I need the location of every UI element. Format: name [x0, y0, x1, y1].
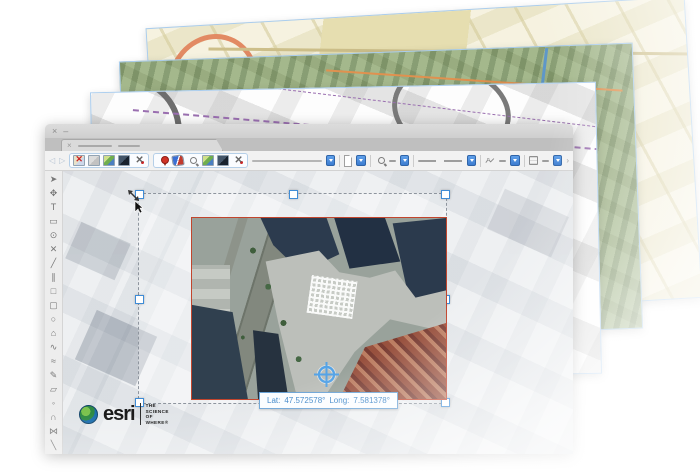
window-minimize-button[interactable]: – [63, 127, 68, 136]
line-tool-icon[interactable]: ╱ [47, 257, 60, 270]
scale-dropdown-button[interactable] [400, 155, 409, 166]
imagery-basemap-icon[interactable] [118, 155, 130, 166]
imagery-basemap-icon[interactable] [217, 155, 229, 166]
clip-tool-icon[interactable] [133, 155, 145, 166]
toolbar-separator [339, 155, 340, 167]
clip-tool-icon[interactable] [232, 155, 244, 166]
toolbar-separator [480, 155, 481, 167]
esri-globe-icon [79, 405, 98, 424]
pan-hand-icon[interactable]: ✥ [47, 187, 60, 200]
sketch-line-icon[interactable] [485, 157, 495, 165]
rounded-rectangle-tool-icon[interactable]: ▢ [47, 299, 60, 312]
scale-value-placeholder [389, 160, 396, 162]
back-arrow-icon[interactable]: ◁ [49, 157, 55, 165]
width-value-placeholder [499, 160, 506, 162]
toolbar-group-tools [153, 153, 248, 168]
main-toolbar: ◁ ▷ [45, 151, 573, 171]
pushpin-tool-icon[interactable]: ⊙ [47, 229, 60, 242]
parallel-lines-tool-icon[interactable]: ∥ [47, 271, 60, 284]
long-value: 7.581378° [353, 395, 390, 407]
tab-subtitle-placeholder [118, 145, 140, 147]
range-dropdown-button[interactable] [467, 155, 476, 166]
visibility-value-placeholder [542, 160, 549, 162]
lat-label: Lat: [267, 395, 280, 407]
forward-arrow-icon[interactable]: ▷ [59, 157, 65, 165]
tab-title-placeholder [78, 145, 112, 147]
toolbar-separator [413, 155, 414, 167]
window-body: ➤✥T▭⊙✕╱∥□▢○⌂∿≈✎▱◦∩⋈╲ [45, 171, 573, 454]
strike-tool-icon[interactable]: ╲ [47, 439, 60, 452]
selection-handle-top-middle[interactable] [289, 190, 298, 199]
new-page-icon[interactable] [344, 155, 352, 167]
freehand-tool-icon[interactable]: ≈ [47, 355, 60, 368]
coordinate-tooltip: Lat: 47.572578° Long: 7.581378° [259, 392, 398, 409]
toolbar-group-layers [69, 153, 149, 168]
esri-brand-text: esri [103, 405, 135, 423]
resize-cursor-icon [127, 189, 147, 213]
esri-tagline: THESCIENCEOFWHERE® [146, 403, 169, 425]
tool-palette: ➤✥T▭⊙✕╱∥□▢○⌂∿≈✎▱◦∩⋈╲ [45, 171, 63, 454]
select-arrow-icon[interactable]: ➤ [47, 173, 60, 186]
range-slider[interactable] [418, 160, 463, 162]
arc-tool-icon[interactable]: ∩ [47, 411, 60, 424]
width-dropdown-button[interactable] [510, 155, 519, 166]
selection-handle-top-right[interactable] [441, 190, 450, 199]
toolbar-separator [524, 155, 525, 167]
curve-tool-icon[interactable]: ∿ [47, 341, 60, 354]
stage: × – × ◁ ▷ [0, 0, 700, 473]
map-editor-window: × – × ◁ ▷ [45, 124, 573, 454]
long-label: Long: [329, 395, 349, 407]
pencil-tool-icon[interactable]: ✎ [47, 369, 60, 382]
selection-handle-middle-left[interactable] [135, 295, 144, 304]
esri-logo-separator [140, 403, 141, 425]
tab-close-icon[interactable]: × [67, 141, 72, 150]
opacity-dropdown-button[interactable] [326, 155, 335, 166]
point-tool-icon[interactable]: ◦ [47, 397, 60, 410]
zoom-icon[interactable] [375, 155, 385, 166]
visibility-dropdown-button[interactable] [553, 155, 562, 166]
join-tool-icon[interactable]: ⋈ [47, 425, 60, 438]
parallelogram-tool-icon[interactable]: ▱ [47, 383, 60, 396]
delete-tool-icon[interactable]: ✕ [47, 243, 60, 256]
crosshair-target-icon [313, 361, 340, 388]
callout-tool-icon[interactable]: ▭ [47, 215, 60, 228]
window-close-button[interactable]: × [52, 127, 57, 136]
esri-tagline-line: WHERE® [146, 420, 169, 426]
document-tab[interactable]: × [61, 139, 223, 151]
map-canvas[interactable]: Lat: 47.572578° Long: 7.581378° esri [63, 171, 573, 454]
swipe-tool-icon[interactable] [172, 154, 185, 167]
lat-value: 47.572578° [284, 395, 325, 407]
document-tabbar: × [45, 138, 573, 151]
colored-basemap-icon[interactable] [103, 155, 115, 166]
place-pin-icon[interactable] [157, 155, 169, 166]
circle-tool-icon[interactable]: ○ [47, 313, 60, 326]
layers-icon[interactable] [529, 156, 538, 165]
opacity-slider[interactable] [252, 160, 321, 162]
disabled-map-icon[interactable] [88, 155, 100, 166]
toolbar-overflow-arrow[interactable]: › [566, 156, 569, 165]
colored-basemap-icon[interactable] [202, 155, 214, 166]
toolbar-separator [370, 155, 371, 167]
window-titlebar: × – [45, 124, 573, 138]
magnifier-icon[interactable] [187, 155, 199, 166]
esri-logo: esri THESCIENCEOFWHERE® [79, 403, 169, 425]
text-tool-icon[interactable]: T [47, 201, 60, 214]
page-dropdown-button[interactable] [356, 155, 365, 166]
rectangle-tool-icon[interactable]: □ [47, 285, 60, 298]
remove-layer-map-icon[interactable] [73, 155, 85, 166]
polygon-tool-icon[interactable]: ⌂ [47, 327, 60, 340]
